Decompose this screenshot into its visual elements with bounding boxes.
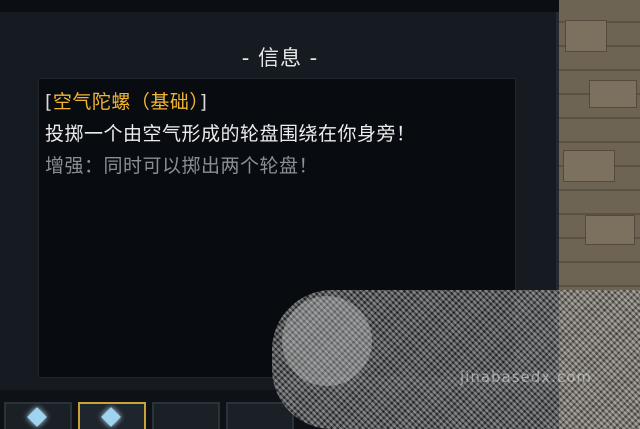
bracket-open: [ (45, 91, 53, 113)
ability-slot[interactable] (4, 402, 72, 429)
bracket-close: ] (199, 91, 208, 113)
air-spinner-icon (101, 407, 121, 427)
ability-name: 空气陀螺（基础） (52, 91, 200, 113)
wall-brick (589, 80, 637, 108)
air-spinner-icon (27, 407, 47, 427)
ability-description: 投掷一个由空气形成的轮盘围绕在你身旁！ (45, 123, 416, 145)
wall-brick (563, 150, 615, 182)
watermark-text: jinabasedx.com (460, 368, 592, 386)
watermark-logo (282, 296, 372, 386)
panel-title: - 信息 - (241, 46, 319, 70)
game-screen: - 信息 - [空气陀螺（基础）] 投掷一个由空气形成的轮盘围绕在你身旁！ 增强… (0, 0, 640, 429)
ability-slot[interactable] (226, 402, 294, 429)
ability-slot-selected[interactable] (78, 402, 146, 429)
wall-brick (585, 215, 635, 245)
ability-name-line: [空气陀螺（基础）] (45, 87, 207, 114)
wall-brick (565, 20, 607, 52)
ability-upgrade: 增强：同时可以掷出两个轮盘！ (45, 155, 319, 177)
ability-slot[interactable] (152, 402, 220, 429)
